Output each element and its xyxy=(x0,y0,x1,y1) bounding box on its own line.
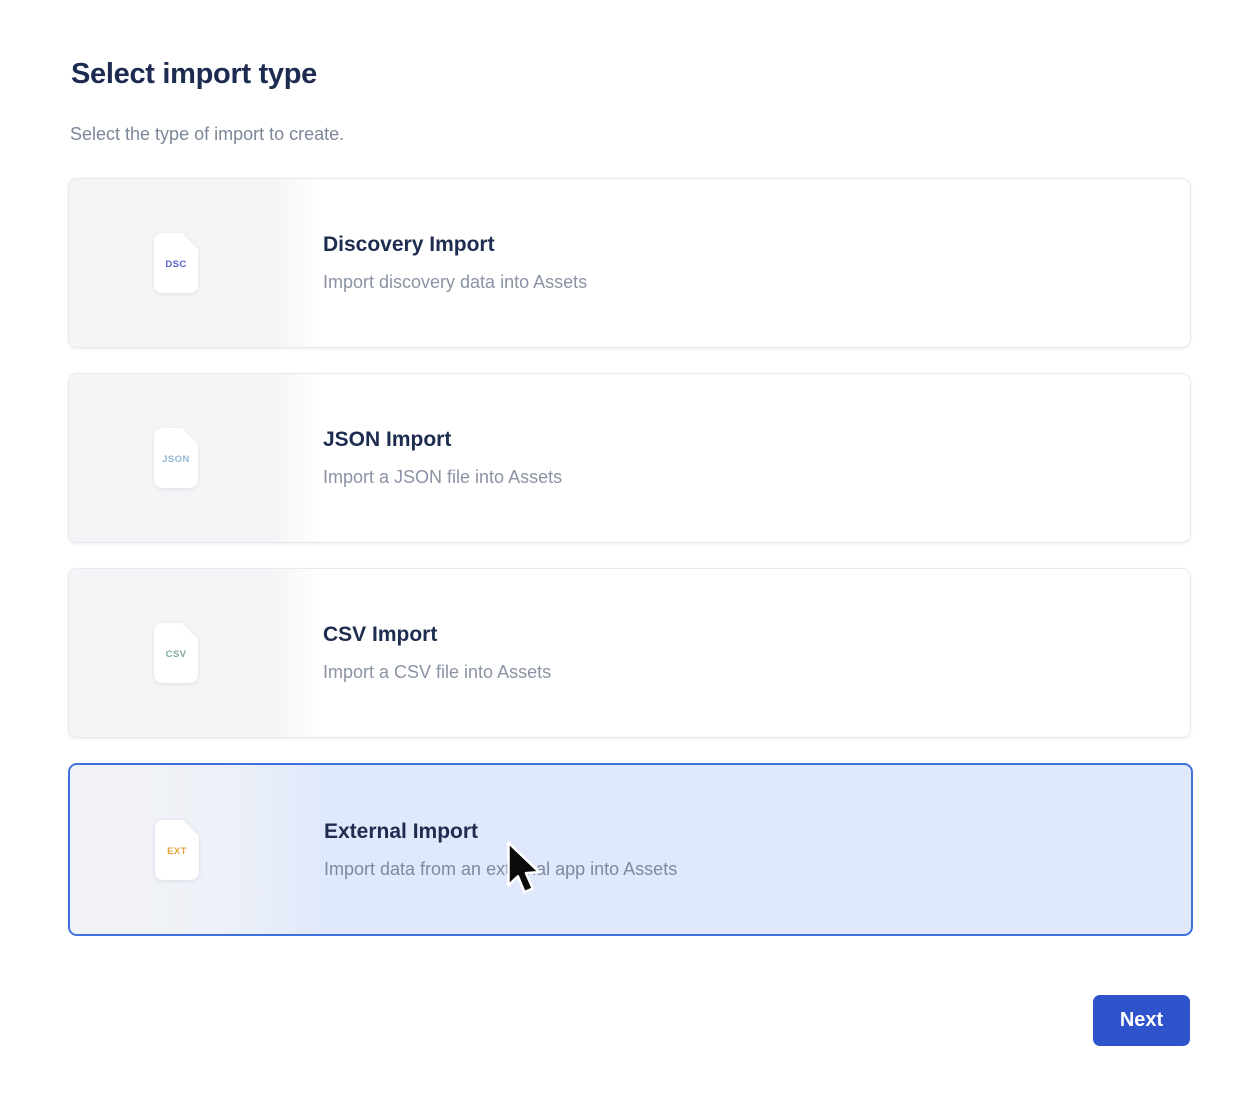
ext-file-icon: EXT xyxy=(154,819,200,881)
card-description: Import a JSON file into Assets xyxy=(323,464,562,490)
card-title: Discovery Import xyxy=(323,231,587,259)
icon-zone: CSV xyxy=(69,569,321,737)
page-subtitle: Select the type of import to create. xyxy=(70,124,344,145)
card-description: Import a CSV file into Assets xyxy=(323,659,551,685)
svg-text:CSV: CSV xyxy=(166,649,187,660)
card-title: CSV Import xyxy=(323,621,551,649)
import-option-external[interactable]: EXT External Import Import data from an … xyxy=(68,763,1193,936)
csv-file-icon: CSV xyxy=(153,622,199,684)
card-description: Import discovery data into Assets xyxy=(323,269,587,295)
icon-zone: JSON xyxy=(69,374,321,542)
card-content: Discovery Import Import discovery data i… xyxy=(323,231,587,295)
dsc-file-icon: DSC xyxy=(153,232,199,294)
card-description: Import data from an external app into As… xyxy=(324,856,677,882)
icon-zone: EXT xyxy=(70,765,322,934)
page-title: Select import type xyxy=(71,58,317,91)
select-import-type-dialog: Select import type Select the type of im… xyxy=(0,0,1256,1106)
import-option-discovery[interactable]: DSC Discovery Import Import discovery da… xyxy=(68,178,1191,348)
card-content: External Import Import data from an exte… xyxy=(324,818,677,882)
card-title: JSON Import xyxy=(323,426,562,454)
svg-text:JSON: JSON xyxy=(162,454,189,465)
card-content: JSON Import Import a JSON file into Asse… xyxy=(323,426,562,490)
import-option-csv[interactable]: CSV CSV Import Import a CSV file into As… xyxy=(68,568,1191,738)
svg-text:DSC: DSC xyxy=(165,259,186,270)
icon-zone: DSC xyxy=(69,179,321,347)
card-content: CSV Import Import a CSV file into Assets xyxy=(323,621,551,685)
svg-text:EXT: EXT xyxy=(167,846,187,857)
card-title: External Import xyxy=(324,818,677,846)
next-button[interactable]: Next xyxy=(1093,995,1190,1046)
json-file-icon: JSON xyxy=(153,427,199,489)
import-option-json[interactable]: JSON JSON Import Import a JSON file into… xyxy=(68,373,1191,543)
